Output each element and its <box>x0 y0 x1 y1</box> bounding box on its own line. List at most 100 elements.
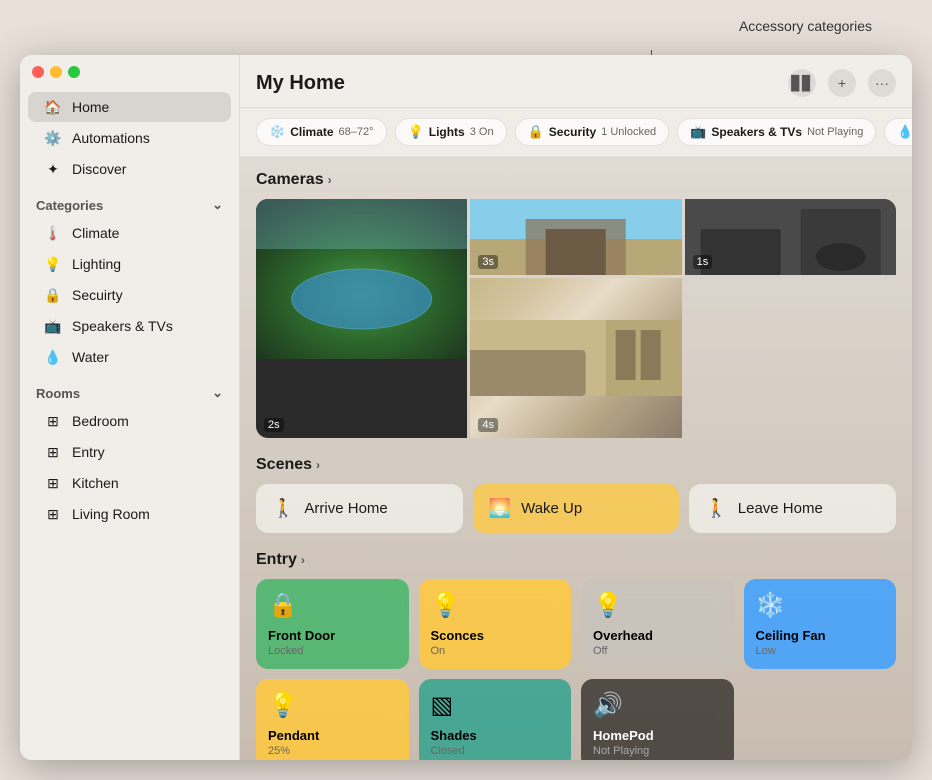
cam1-timestamp: 2s <box>264 418 284 432</box>
tile-pendant[interactable]: 💡 Pendant 25% <box>256 679 409 760</box>
sidebar-label-home: Home <box>72 99 109 115</box>
sidebar-label-entry: Entry <box>72 444 105 460</box>
add-button[interactable]: + <box>828 69 856 97</box>
sidebar-label-security: Secuirty <box>72 287 123 303</box>
sidebar-item-security[interactable]: 🔒 Secuirty <box>28 280 231 310</box>
leave-home-button[interactable]: 🚶 Leave Home <box>689 484 896 533</box>
chevron-down-icon-rooms: ⌄ <box>212 385 223 401</box>
automations-icon: ⚙️ <box>44 129 62 147</box>
content-area: Cameras › <box>240 157 912 760</box>
entry-section-header[interactable]: Entry › <box>256 551 896 569</box>
pendant-status: 25% <box>268 745 397 757</box>
cam2-timestamp: 3s <box>478 255 498 269</box>
front-door-status: Locked <box>268 645 397 657</box>
leave-home-icon: 🚶 <box>705 498 727 519</box>
main-header: My Home ▊▊ + ··· <box>240 55 912 108</box>
pendant-name: Pendant <box>268 728 397 743</box>
pill-climate[interactable]: ❄️ Climate 68–72° <box>256 118 387 146</box>
sidebar: 🏠 Home ⚙️ Automations ✦ Discover Categor… <box>20 55 240 760</box>
sidebar-item-water[interactable]: 💧 Water <box>28 342 231 372</box>
sconces-icon: 💡 <box>431 591 560 620</box>
living-room-icon: ⊞ <box>44 505 62 523</box>
climate-icon: 🌡️ <box>44 224 62 242</box>
sidebar-label-discover: Discover <box>72 161 126 177</box>
sidebar-item-automations[interactable]: ⚙️ Automations <box>28 123 231 153</box>
camera-living[interactable]: 4s <box>470 278 681 438</box>
tile-front-door[interactable]: 🔒 Front Door Locked <box>256 579 409 669</box>
arrive-home-button[interactable]: 🚶 Arrive Home <box>256 484 463 533</box>
sidebar-item-lighting[interactable]: 💡 Lighting <box>28 249 231 279</box>
camera-driveway[interactable]: 3s <box>470 199 681 275</box>
homepod-icon: 🔊 <box>593 691 722 720</box>
main-content: My Home ▊▊ + ··· ❄️ Climate 68–72° 💡 Lig… <box>240 55 912 760</box>
cam4-timestamp: 4s <box>478 418 498 432</box>
pill-speakers[interactable]: 📺 Speakers & TVs Not Playing <box>677 118 876 146</box>
sidebar-item-living-room[interactable]: ⊞ Living Room <box>28 499 231 529</box>
cam3-timestamp: 1s <box>693 255 713 269</box>
pendant-icon: 💡 <box>268 691 397 720</box>
pill-lights[interactable]: 💡 Lights 3 On <box>395 118 507 146</box>
tile-sconces[interactable]: 💡 Sconces On <box>419 579 572 669</box>
tile-ceiling-fan[interactable]: ❄️ Ceiling Fan Low <box>744 579 897 669</box>
sidebar-item-climate[interactable]: 🌡️ Climate <box>28 218 231 248</box>
camera-garage[interactable]: 1s <box>685 199 896 275</box>
accessories-grid: 🔒 Front Door Locked 💡 Sconces On <box>256 579 896 760</box>
category-pills: ❄️ Climate 68–72° 💡 Lights 3 On 🔒 Securi… <box>240 108 912 157</box>
wake-up-button[interactable]: 🌅 Wake Up <box>473 484 680 533</box>
lights-pill-icon: 💡 <box>408 124 424 140</box>
arrive-home-icon: 🚶 <box>272 498 294 519</box>
ceiling-fan-name: Ceiling Fan <box>756 628 885 643</box>
wake-up-icon: 🌅 <box>489 498 511 519</box>
rooms-section-header[interactable]: Rooms ⌄ <box>20 373 239 405</box>
more-button[interactable]: ··· <box>868 69 896 97</box>
discover-icon: ✦ <box>44 160 62 178</box>
ceiling-fan-icon: ❄️ <box>756 591 885 620</box>
app-window: 🏠 Home ⚙️ Automations ✦ Discover Categor… <box>20 55 912 760</box>
pill-security[interactable]: 🔒 Security 1 Unlocked <box>515 118 670 146</box>
security-icon: 🔒 <box>44 286 62 304</box>
overhead-icon: 💡 <box>593 591 722 620</box>
front-door-icon: 🔒 <box>268 591 397 620</box>
close-button[interactable] <box>32 66 44 78</box>
maximize-button[interactable] <box>68 66 80 78</box>
camera-pool[interactable]: 2s <box>256 199 467 438</box>
tile-homepod[interactable]: 🔊 HomePod Not Playing <box>581 679 734 760</box>
scenes-label: Scenes <box>256 456 312 474</box>
sidebar-label-speakers: Speakers & TVs <box>72 318 173 334</box>
pill-water[interactable]: 💧 Water Off <box>884 118 912 146</box>
cameras-chevron: › <box>328 173 332 187</box>
sidebar-item-bedroom[interactable]: ⊞ Bedroom <box>28 406 231 436</box>
scenes-section-header[interactable]: Scenes › <box>256 456 896 474</box>
sidebar-item-home[interactable]: 🏠 Home <box>28 92 231 122</box>
speakers-pill-name: Speakers & TVs <box>711 125 802 139</box>
sidebar-item-discover[interactable]: ✦ Discover <box>28 154 231 184</box>
entry-icon: ⊞ <box>44 443 62 461</box>
wake-up-label: Wake Up <box>521 500 582 517</box>
levels-button[interactable]: ▊▊ <box>788 69 816 97</box>
sidebar-label-kitchen: Kitchen <box>72 475 119 491</box>
sidebar-label-lighting: Lighting <box>72 256 121 272</box>
climate-pill-status: 68–72° <box>339 126 374 138</box>
front-door-name: Front Door <box>268 628 397 643</box>
water-pill-icon: 💧 <box>897 124 912 140</box>
traffic-lights <box>32 66 80 78</box>
bedroom-icon: ⊞ <box>44 412 62 430</box>
sidebar-item-speakers[interactable]: 📺 Speakers & TVs <box>28 311 231 341</box>
tile-overhead[interactable]: 💡 Overhead Off <box>581 579 734 669</box>
tile-shades[interactable]: ▧ Shades Closed <box>419 679 572 760</box>
homepod-name: HomePod <box>593 728 722 743</box>
minimize-button[interactable] <box>50 66 62 78</box>
climate-pill-name: Climate <box>290 125 333 139</box>
overhead-name: Overhead <box>593 628 722 643</box>
sidebar-item-entry[interactable]: ⊞ Entry <box>28 437 231 467</box>
homepod-status: Not Playing <box>593 745 722 757</box>
scenes-chevron: › <box>316 458 320 472</box>
water-icon: 💧 <box>44 348 62 366</box>
sconces-name: Sconces <box>431 628 560 643</box>
sidebar-item-kitchen[interactable]: ⊞ Kitchen <box>28 468 231 498</box>
categories-section-header[interactable]: Categories ⌄ <box>20 185 239 217</box>
climate-pill-icon: ❄️ <box>269 124 285 140</box>
security-pill-icon: 🔒 <box>528 124 544 140</box>
page-title: My Home <box>256 72 345 95</box>
cameras-section-header[interactable]: Cameras › <box>256 171 896 189</box>
